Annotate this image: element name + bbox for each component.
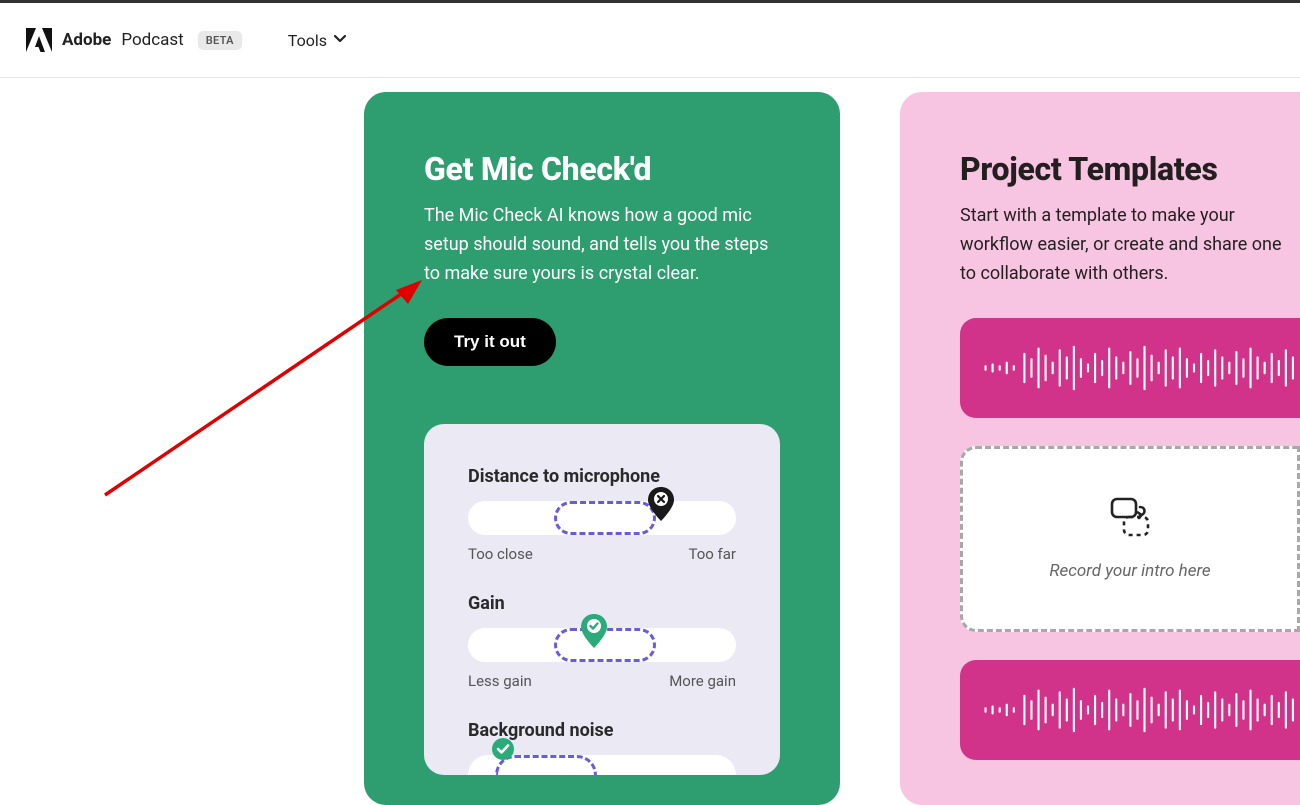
distance-left-label: Too close (468, 545, 533, 563)
distance-zone (554, 501, 656, 535)
record-caption: Record your intro here (1049, 561, 1210, 581)
distance-right-label: Too far (688, 545, 736, 563)
mic-check-panel: Distance to microphone Too close Too far (424, 424, 780, 775)
brand-name-strong: Adobe (62, 30, 111, 50)
tools-menu[interactable]: Tools (288, 31, 347, 50)
gain-group: Gain Less gain More gain (468, 593, 736, 690)
try-it-out-button[interactable]: Try it out (424, 318, 556, 366)
tools-menu-label: Tools (288, 31, 327, 50)
gain-sublabels: Less gain More gain (468, 672, 736, 690)
waveform-top (960, 318, 1300, 418)
feature-cards-row: Get Mic Check'd The Mic Check AI knows h… (0, 78, 1300, 805)
map-pin-check-icon (581, 614, 607, 652)
adobe-logo-icon (26, 28, 52, 52)
gain-label: Gain (468, 593, 736, 614)
record-placeholder[interactable]: Record your intro here (960, 446, 1300, 632)
mic-check-card: Get Mic Check'd The Mic Check AI knows h… (364, 92, 840, 805)
check-bubble-icon (491, 737, 515, 765)
record-swap-icon (1108, 497, 1152, 541)
app-header: Adobe Podcast BETA Tools (0, 0, 1300, 78)
gain-right-label: More gain (669, 672, 736, 690)
distance-track (468, 501, 736, 535)
templates-title: Project Templates (960, 150, 1300, 188)
distance-group: Distance to microphone Too close Too far (468, 466, 736, 563)
distance-label: Distance to microphone (468, 466, 736, 487)
mic-check-desc: The Mic Check AI knows how a good mic se… (424, 202, 780, 288)
mic-check-title: Get Mic Check'd (424, 150, 780, 188)
waveform-bottom (960, 660, 1300, 760)
noise-group: Background noise (468, 720, 736, 775)
templates-card: Project Templates Start with a template … (900, 92, 1300, 805)
waveform-icon (982, 680, 1300, 740)
brand-name-light: Podcast (121, 30, 183, 50)
map-pin-x-icon (648, 487, 674, 525)
distance-sublabels: Too close Too far (468, 545, 736, 563)
templates-desc: Start with a template to make your workf… (960, 202, 1300, 288)
noise-track (468, 755, 736, 775)
gain-left-label: Less gain (468, 672, 532, 690)
gain-track (468, 628, 736, 662)
chevron-down-icon (333, 32, 347, 49)
waveform-icon (982, 338, 1300, 398)
beta-badge: BETA (198, 31, 242, 50)
